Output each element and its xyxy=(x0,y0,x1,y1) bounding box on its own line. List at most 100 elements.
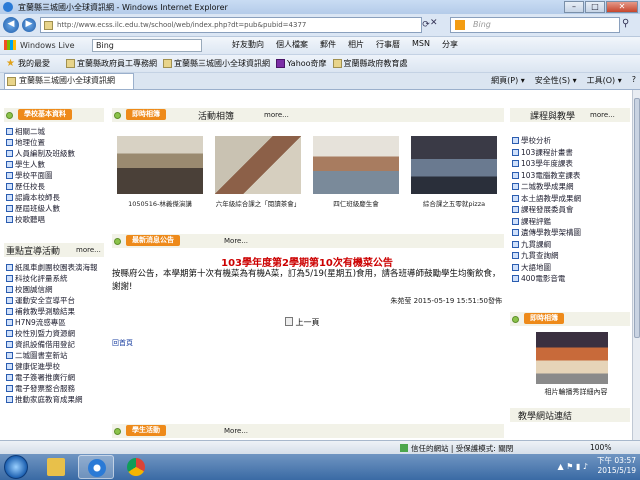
search-icon[interactable]: ⚲ xyxy=(622,18,636,32)
list-item[interactable]: 大語地圖 xyxy=(512,262,630,274)
previous-page-link[interactable]: 上一頁 xyxy=(285,317,320,328)
list-item[interactable]: 運動安全宣導平台 xyxy=(6,295,104,306)
list-item[interactable]: 二城教學成果網 xyxy=(512,181,630,193)
safety-menu[interactable]: 安全性(S) ▾ xyxy=(535,75,577,86)
list-item[interactable]: 歷任校長 xyxy=(6,181,104,192)
list-item[interactable]: 補救教學測驗結果 xyxy=(6,306,104,317)
address-url[interactable]: http://www.ecss.ilc.edu.tw/school/web/in… xyxy=(57,21,306,29)
list-item[interactable]: 學生人數 xyxy=(6,159,104,170)
photo-thumbnail[interactable] xyxy=(215,136,301,194)
right-more-link[interactable]: more... xyxy=(590,111,615,119)
minimize-button[interactable]: – xyxy=(564,1,584,13)
vertical-scrollbar[interactable] xyxy=(632,90,640,440)
taskbar-chrome[interactable] xyxy=(118,455,154,479)
list-item[interactable]: 遺傳學教學架構圖 xyxy=(512,227,630,239)
photo-thumbnail[interactable] xyxy=(313,136,399,194)
news-more-link[interactable]: More... xyxy=(224,237,248,245)
list-item[interactable]: 學校分析 xyxy=(512,135,630,147)
list-item[interactable]: 科技化評量系統 xyxy=(6,273,104,284)
favorite-link[interactable]: 宜蘭縣政府員工專務網 xyxy=(66,58,157,69)
photo-item[interactable]: 四仁班級慶生會 xyxy=(308,136,404,208)
photo-item[interactable]: 1050516-林義傑演講 xyxy=(112,136,208,208)
favorite-link[interactable]: Yahoo奇摩 xyxy=(276,58,327,69)
clock[interactable]: 下午 03:57 2015/5/19 xyxy=(597,456,636,476)
home-link[interactable]: 回首頁 xyxy=(112,338,133,348)
list-item[interactable]: 人員編制及班級數 xyxy=(6,148,104,159)
list-item[interactable]: 九貫查詢網 xyxy=(512,250,630,262)
security-zone[interactable]: 信任的網站 | 受保護模式: 關閉 xyxy=(400,443,513,454)
list-item-label: 課程發展委員會 xyxy=(521,205,574,214)
list-item[interactable]: 相關二城 xyxy=(6,126,104,137)
list-item[interactable]: 課程發展委員會 xyxy=(512,204,630,216)
wl-menu-friends[interactable]: 好友動向 xyxy=(232,39,264,50)
list-item[interactable]: H7N9流感專區 xyxy=(6,317,104,328)
list-item[interactable]: 地理位置 xyxy=(6,137,104,148)
zoom-level[interactable]: 100% xyxy=(590,443,611,452)
slideshow-caption[interactable]: 相片輪播秀詳細內容 xyxy=(526,387,626,397)
close-button[interactable]: ✕ xyxy=(606,1,638,13)
list-item-label: 科技化評量系統 xyxy=(15,274,68,283)
wl-menu-photos[interactable]: 相片 xyxy=(348,39,364,50)
wl-menu-mail[interactable]: 郵件 xyxy=(320,39,336,50)
tools-menu[interactable]: 工具(O) ▾ xyxy=(587,75,622,86)
bullet-icon xyxy=(6,216,13,223)
photo-item[interactable]: 綜合課之五零就pizza xyxy=(406,136,502,208)
photo-thumbnail[interactable] xyxy=(117,136,203,194)
wl-menu-msn[interactable]: MSN xyxy=(412,39,430,50)
list-item[interactable]: 紙風車劇團校園表演海報 xyxy=(6,262,104,273)
list-item[interactable]: 校園誠信網 xyxy=(6,284,104,295)
page-menu[interactable]: 網頁(P) ▾ xyxy=(491,75,525,86)
web-page: 學校基本資料 相關二城 地理位置 人員編制及班級數 學生人數 學校平面圖 歷任校… xyxy=(0,90,632,440)
list-item[interactable]: 認識本校師長 xyxy=(6,192,104,203)
favorites-button[interactable]: ★ 我的最愛 xyxy=(6,58,50,69)
list-item[interactable]: 推動家庭教育成果網 xyxy=(6,394,104,405)
list-item-label: 九貫課綱 xyxy=(521,239,551,249)
list-item[interactable]: 電子簽署推廣行網 xyxy=(6,372,104,383)
windows-live-logo[interactable]: Windows Live xyxy=(20,41,75,50)
list-item[interactable]: 資訊設備借用登記 xyxy=(6,339,104,350)
address-bar[interactable]: http://www.ecss.ilc.edu.tw/school/web/in… xyxy=(40,17,430,33)
back-button[interactable]: ◀ xyxy=(3,17,19,33)
help-menu[interactable]: ? xyxy=(632,75,636,86)
promo-more-link[interactable]: more... xyxy=(76,246,101,254)
list-item-label: 健康促進學校 xyxy=(15,362,60,371)
list-item[interactable]: 課程評鑑 xyxy=(512,216,630,228)
list-item[interactable]: 103課程計畫書 xyxy=(512,147,630,159)
bullet-icon xyxy=(6,139,13,146)
scrollbar-thumb[interactable] xyxy=(634,98,640,338)
list-item[interactable]: 103學年度課表 xyxy=(512,158,630,170)
list-item[interactable]: 本土語教學成果網 xyxy=(512,193,630,205)
photo-thumbnail[interactable] xyxy=(411,136,497,194)
list-item[interactable]: 二城圖書室新站 xyxy=(6,350,104,361)
list-item[interactable]: 健康促進學校 xyxy=(6,361,104,372)
list-item[interactable]: 校歌聽唱 xyxy=(6,214,104,225)
maximize-button[interactable]: □ xyxy=(585,1,605,13)
forward-button[interactable]: ▶ xyxy=(22,18,36,32)
slideshow-photo[interactable] xyxy=(536,332,608,384)
list-item[interactable]: 校性別暨力資源網 xyxy=(6,328,104,339)
wl-menu-profile[interactable]: 個人檔案 xyxy=(276,39,308,50)
list-item[interactable]: 九貫課綱 xyxy=(512,239,630,251)
taskbar-explorer[interactable] xyxy=(38,455,74,479)
stop-icon[interactable]: ✕ xyxy=(430,18,438,28)
bullet-icon xyxy=(512,171,519,179)
list-item[interactable]: 103電腦教室課表 xyxy=(512,170,630,182)
next-more-link[interactable]: More... xyxy=(224,427,248,435)
taskbar-ie[interactable] xyxy=(78,455,114,479)
favorite-link[interactable]: 宜蘭縣政府教育處 xyxy=(332,58,408,69)
windows-live-search-input[interactable]: Bing xyxy=(92,39,202,52)
start-button[interactable] xyxy=(4,455,28,479)
wl-menu-calendar[interactable]: 行事曆 xyxy=(376,39,400,50)
list-item[interactable]: 學校平面圖 xyxy=(6,170,104,181)
search-input[interactable]: Bing xyxy=(450,17,620,33)
list-item[interactable]: 電子發票整合服務 xyxy=(6,383,104,394)
photo-item[interactable]: 六年級綜合課之「閱讀茶會」 xyxy=(210,136,306,208)
favorite-link-label: 宜蘭縣政府員工專務網 xyxy=(77,59,157,68)
photo-more-link[interactable]: more... xyxy=(264,111,289,119)
tab-current[interactable]: 宜蘭縣三城國小全球資訊網 xyxy=(4,73,134,89)
list-item[interactable]: 400電影音電 xyxy=(512,273,630,285)
favorite-link[interactable]: 宜蘭縣三城國小全球資訊網 xyxy=(163,58,270,69)
wl-menu-share[interactable]: 分享 xyxy=(442,39,458,50)
tray-icons[interactable]: ▲ ⚑ ▮ ♪ xyxy=(558,462,588,471)
list-item[interactable]: 歷屆班級人數 xyxy=(6,203,104,214)
